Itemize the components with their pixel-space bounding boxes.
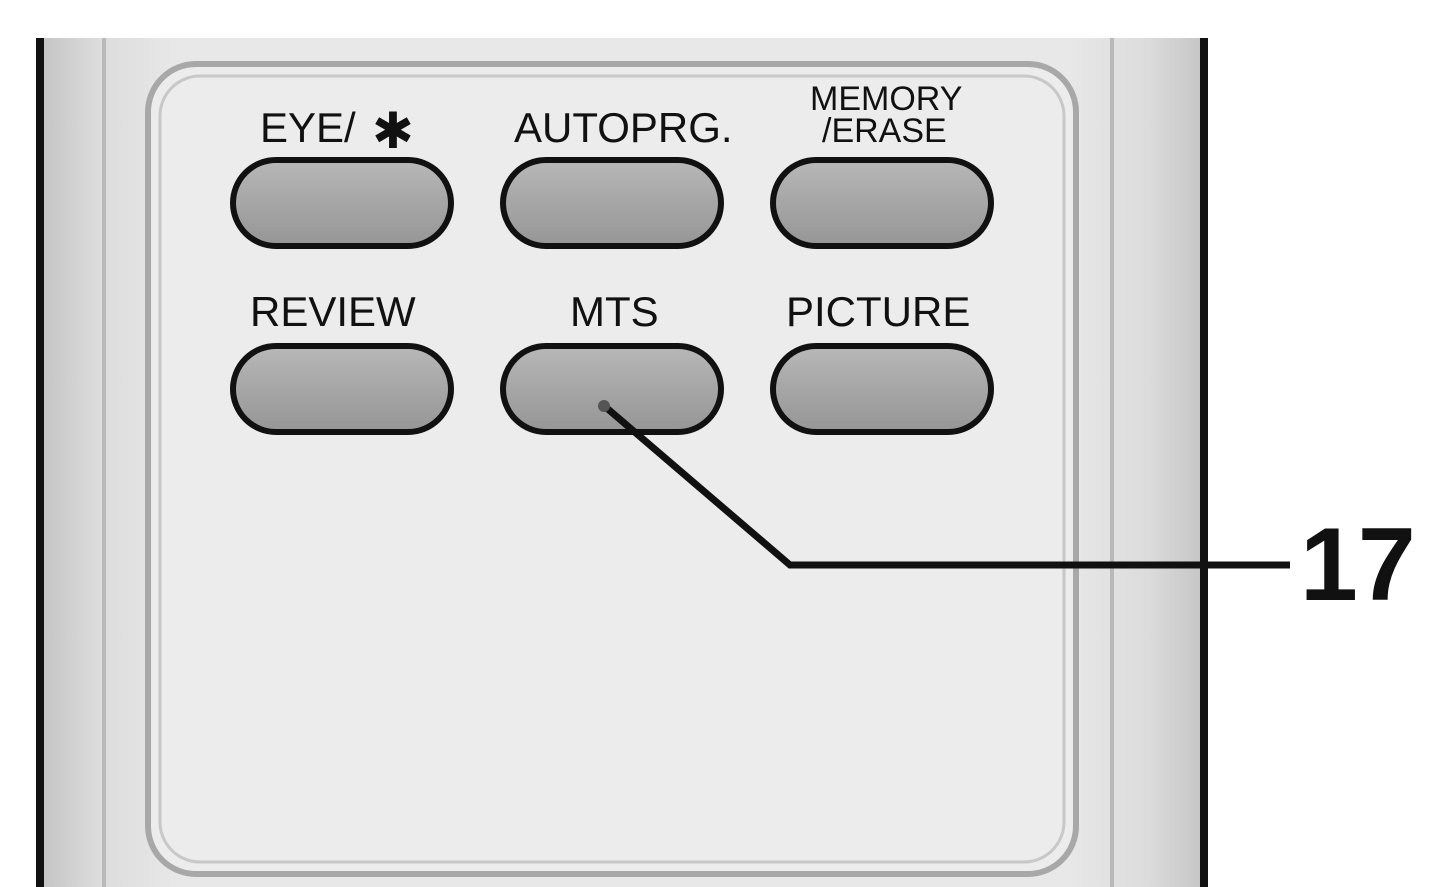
erase-button-label: /ERASE — [822, 112, 947, 150]
eye-button-label: EYE/ — [260, 104, 356, 151]
asterisk-icon: ✱ — [372, 102, 414, 160]
mts-button-label: MTS — [570, 288, 659, 335]
remote-control-diagram: EYE/ ✱ AUTOPRG. MEMORY /ERASE REVIEW MTS… — [36, 38, 1416, 887]
eye-button[interactable] — [230, 157, 454, 249]
review-button[interactable] — [230, 343, 454, 435]
review-button-label: REVIEW — [250, 288, 416, 335]
mts-button[interactable] — [500, 343, 724, 435]
picture-button-label: PICTURE — [786, 288, 970, 335]
picture-button[interactable] — [770, 343, 994, 435]
memory-erase-button[interactable] — [770, 157, 994, 249]
autoprg-button-label: AUTOPRG. — [514, 104, 733, 151]
callout-number: 17 — [1300, 507, 1416, 623]
autoprg-button[interactable] — [500, 157, 724, 249]
